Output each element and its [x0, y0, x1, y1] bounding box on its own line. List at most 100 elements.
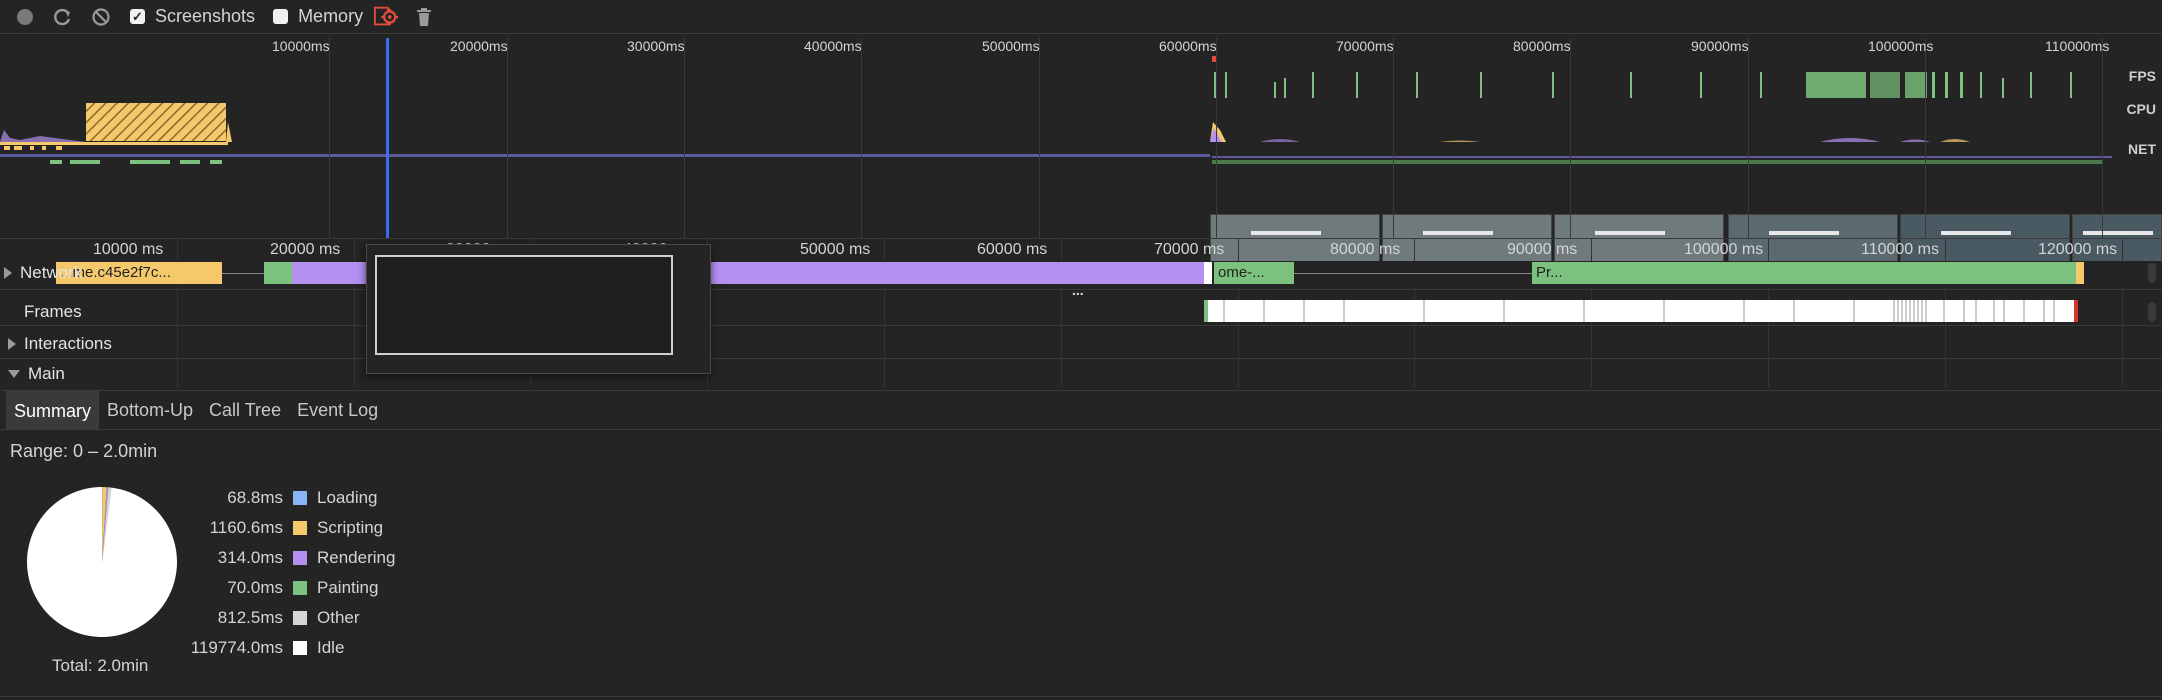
tab-event-log[interactable]: Event Log — [289, 391, 386, 429]
flame-time-label: 90000 ms — [1507, 241, 1578, 258]
frames-row-label: Frames — [24, 302, 82, 321]
overview-gridline — [1039, 38, 1040, 238]
legend-item-loading: 68.8ms Loading — [150, 486, 378, 510]
overview-gridline — [2102, 38, 2103, 238]
network-request-bar[interactable]: ome-... — [1214, 262, 1294, 284]
legend-swatch — [293, 581, 307, 595]
network-request-bar[interactable] — [2076, 262, 2084, 284]
legend-swatch — [293, 611, 307, 625]
details-tabs: Summary Bottom-Up Call Tree Event Log — [0, 390, 2162, 430]
overview-gridline — [861, 38, 862, 238]
total-label: Total: 2.0min — [52, 656, 149, 675]
legend-value: 70.0ms — [227, 578, 283, 597]
legend-name: Rendering — [317, 548, 396, 567]
clear-icon[interactable] — [88, 4, 114, 30]
overview-time-label: 90000ms — [1691, 38, 1749, 54]
legend-name: Idle — [317, 638, 345, 657]
overview-gridline — [1748, 38, 1749, 238]
overview-gridline — [1393, 38, 1394, 238]
legend-swatch — [293, 491, 307, 505]
toolbar: ✓ Screenshots Memory — [0, 0, 2162, 34]
legend-value: 119774.0ms — [190, 638, 283, 657]
screenshots-checkbox[interactable]: ✓ Screenshots — [130, 6, 255, 27]
overview-time-label: 110000ms — [2045, 38, 2110, 54]
overview-gridline — [1925, 38, 1926, 238]
flame-time-label: 100000 ms — [1684, 241, 1764, 258]
overview-gridline — [1216, 38, 1217, 238]
memory-checkbox[interactable]: Memory — [273, 6, 363, 27]
interactions-row-label[interactable]: Interactions — [8, 334, 112, 354]
overview-time-label: 60000ms — [1159, 38, 1217, 54]
legend-name: Painting — [317, 578, 379, 597]
screenshots-label: Screenshots — [155, 6, 256, 26]
flame-time-ruler: 10000 ms20000 ms30000 ms40000 ms50000 ms… — [0, 238, 2162, 387]
main-track[interactable]: Main — [0, 360, 2162, 388]
screenshot-preview — [375, 255, 673, 355]
overview-gridline — [329, 38, 330, 238]
legend-name: Loading — [317, 488, 378, 507]
overview-graphs — [0, 38, 2112, 238]
flame-time-label: 80000 ms — [1330, 241, 1401, 258]
interactions-track[interactable]: Interactions — [0, 327, 2162, 359]
vertical-scrollbar[interactable] — [2148, 263, 2156, 283]
legend-swatch — [293, 551, 307, 565]
network-row-label[interactable]: Network — [4, 263, 82, 283]
overview-time-label: 40000ms — [804, 38, 862, 54]
network-label: Network — [20, 263, 83, 282]
expand-triangle-icon[interactable] — [4, 267, 12, 279]
network-request-bar[interactable] — [1204, 262, 1212, 284]
legend-value: 812.5ms — [217, 608, 283, 627]
timeline-overview[interactable]: FPS CPU NET 10000ms 20000ms 30000ms 4000… — [0, 38, 2162, 272]
network-request-bar[interactable] — [264, 262, 292, 284]
overview-time-label: 20000ms — [450, 38, 508, 54]
flame-time-label: 20000 ms — [270, 241, 341, 258]
interactions-label: Interactions — [24, 334, 112, 353]
legend-item-painting: 70.0ms Painting — [150, 576, 378, 600]
flame-time-label: 70000 ms — [1154, 241, 1225, 258]
capture-settings-icon[interactable] — [373, 4, 399, 30]
overview-time-label: 30000ms — [627, 38, 685, 54]
frame-boundaries — [1223, 300, 2055, 322]
overview-time-label: 100000ms — [1868, 38, 1934, 54]
overview-gridline — [1570, 38, 1571, 238]
flame-time-label: 50000 ms — [800, 241, 871, 258]
legend-name: Scripting — [317, 518, 384, 537]
main-row-label[interactable]: Main — [8, 364, 65, 384]
legend-value: 1160.6ms — [209, 518, 283, 537]
vertical-scrollbar[interactable] — [2148, 302, 2156, 322]
checkmark-icon[interactable]: ✓ — [130, 9, 145, 24]
flame-time-label: 110000 ms — [1861, 241, 1939, 258]
frames-track[interactable]: Frames — [0, 296, 2162, 326]
tab-summary[interactable]: Summary — [6, 391, 100, 429]
record-icon[interactable] — [12, 4, 38, 30]
memory-label: Memory — [298, 6, 364, 26]
hover-tooltip — [366, 244, 711, 374]
range-label: Range: 0 – 2.0min — [10, 441, 158, 461]
legend-swatch — [293, 641, 307, 655]
flame-time-label: 120000 ms — [2038, 241, 2118, 258]
overview-gridline — [684, 38, 685, 238]
checkbox-empty-icon[interactable] — [273, 9, 289, 24]
overview-time-label: 10000ms — [272, 38, 330, 54]
legend-swatch — [293, 521, 307, 535]
flame-time-label: 10000 ms — [93, 241, 164, 258]
legend-item-other: 812.5ms Other — [150, 606, 360, 630]
overview-time-label: 80000ms — [1513, 38, 1571, 54]
expand-triangle-icon[interactable] — [8, 338, 16, 350]
overview-time-label: 50000ms — [982, 38, 1040, 54]
overview-time-label: 70000ms — [1336, 38, 1394, 54]
trash-icon[interactable] — [411, 4, 437, 30]
network-request-bar[interactable]: Pr... — [1532, 262, 2080, 284]
legend-item-idle: 119774.0ms Idle — [150, 636, 345, 660]
tab-bottom-up[interactable]: Bottom-Up — [99, 391, 201, 429]
legend-item-scripting: 1160.6ms Scripting — [150, 516, 384, 540]
legend-value: 68.8ms — [227, 488, 283, 507]
reload-icon[interactable] — [50, 4, 76, 30]
summary-panel: Range: 0 – 2.0min 68.8ms Loading 1160.6ms S… — [0, 432, 2162, 700]
overview-gridline — [507, 38, 508, 238]
tab-call-tree[interactable]: Call Tree — [201, 391, 289, 429]
legend-name: Other — [317, 608, 360, 627]
legend-value: 314.0ms — [217, 548, 283, 567]
collapse-triangle-icon[interactable] — [8, 370, 20, 378]
track-splitter[interactable]: ... — [0, 282, 2162, 298]
